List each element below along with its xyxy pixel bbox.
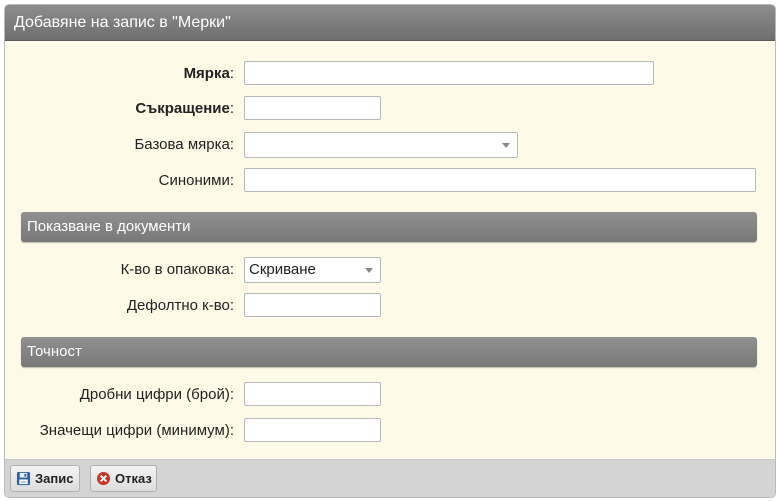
default-qty-row: Дефолтно к-во: — [5, 293, 775, 319]
base-measure-select[interactable] — [244, 132, 518, 158]
qty-in-package-row: К-во в опаковка: Скриване — [5, 257, 775, 283]
default-qty-label: Дефолтно к-во: — [126, 297, 234, 314]
save-button-label: Запис — [35, 471, 74, 486]
significant-digits-label: Значещи цифри (минимум): — [39, 422, 234, 439]
cancel-button-label: Отказ — [115, 471, 152, 486]
abbreviation-input[interactable] — [244, 96, 381, 120]
synonyms-label: Синоними: — [158, 172, 234, 189]
measure-row: Мярка: — [5, 61, 775, 87]
save-button[interactable]: Запис — [10, 465, 80, 492]
fraction-digits-row: Дробни цифри (брой): — [5, 382, 775, 408]
base-measure-row: Базова мярка: — [5, 132, 775, 158]
add-record-dialog: Добавяне на запис в "Мерки" Мярка: Съкра… — [4, 4, 776, 498]
fraction-digits-input[interactable] — [244, 382, 381, 406]
significant-digits-row: Значещи цифри (минимум): — [5, 418, 775, 444]
qty-in-package-value: Скриване — [249, 261, 316, 278]
dialog-title: Добавяне на запис в "Мерки" — [5, 5, 775, 41]
abbreviation-label: Съкращение: — [135, 100, 234, 117]
dialog-footer: Запис Отказ — [5, 459, 775, 497]
fraction-digits-label: Дробни цифри (брой): — [79, 386, 234, 403]
significant-digits-input[interactable] — [244, 418, 381, 442]
cancel-button[interactable]: Отказ — [90, 465, 157, 492]
synonyms-row: Синоними: — [5, 168, 775, 194]
default-qty-input[interactable] — [244, 293, 381, 317]
base-measure-label: Базова мярка: — [134, 136, 234, 153]
floppy-disk-icon — [16, 471, 31, 486]
caret-down-icon — [365, 268, 373, 273]
measure-input[interactable] — [244, 61, 654, 85]
qty-in-package-select[interactable]: Скриване — [244, 257, 381, 283]
section-header-documents: Показване в документи — [21, 212, 757, 242]
section-header-precision: Точност — [21, 337, 757, 367]
cancel-circle-icon — [96, 471, 111, 486]
measure-label: Мярка: — [183, 65, 234, 82]
qty-in-package-label: К-во в опаковка: — [120, 261, 234, 278]
caret-down-icon — [502, 143, 510, 148]
synonyms-input[interactable] — [244, 168, 756, 192]
abbreviation-row: Съкращение: — [5, 96, 775, 122]
